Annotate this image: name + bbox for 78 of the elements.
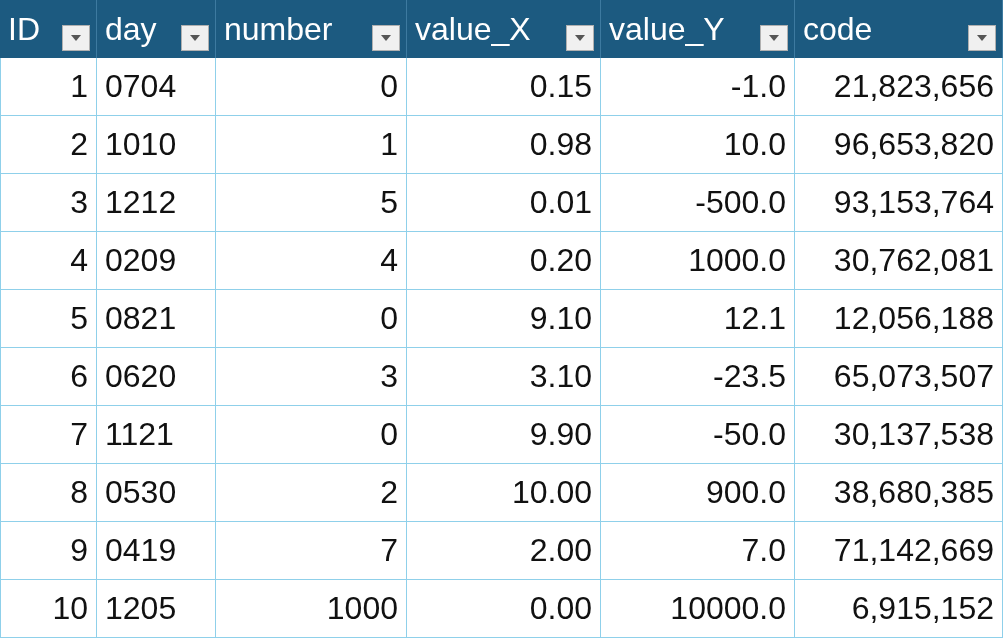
table-cell: 1 — [0, 58, 97, 116]
table-cell: 5 — [216, 174, 407, 232]
table-cell: 9.90 — [407, 406, 601, 464]
table-cell: 0.15 — [407, 58, 601, 116]
table-cell: 7 — [0, 406, 97, 464]
table-cell: 10000.0 — [601, 580, 795, 638]
table-cell: 9.10 — [407, 290, 601, 348]
table-cell: 0.01 — [407, 174, 601, 232]
table-cell: 0209 — [97, 232, 216, 290]
caret-icon — [769, 35, 779, 41]
table-cell: 7 — [216, 522, 407, 580]
table-cell: 8 — [0, 464, 97, 522]
table-cell: 93,153,764 — [795, 174, 1003, 232]
table-cell: 4 — [0, 232, 97, 290]
table-cell: 30,137,538 — [795, 406, 1003, 464]
caret-icon — [977, 35, 987, 41]
filter-button[interactable] — [566, 25, 594, 51]
filter-button[interactable] — [760, 25, 788, 51]
column-header-label: value_X — [415, 10, 531, 48]
table-cell: 12,056,188 — [795, 290, 1003, 348]
table-cell: 3 — [216, 348, 407, 406]
table-cell: -50.0 — [601, 406, 795, 464]
table-cell: 0.00 — [407, 580, 601, 638]
table-cell: 2 — [0, 116, 97, 174]
filter-button[interactable] — [372, 25, 400, 51]
table-cell: 0620 — [97, 348, 216, 406]
table-cell: 1010 — [97, 116, 216, 174]
table-cell: 0419 — [97, 522, 216, 580]
table-cell: 10 — [0, 580, 97, 638]
table-cell: 1205 — [97, 580, 216, 638]
table-cell: 96,653,820 — [795, 116, 1003, 174]
table-cell: 0821 — [97, 290, 216, 348]
table-cell: 0704 — [97, 58, 216, 116]
table-cell: -500.0 — [601, 174, 795, 232]
table-cell: 0 — [216, 406, 407, 464]
table-cell: 4 — [216, 232, 407, 290]
table-cell: 2 — [216, 464, 407, 522]
caret-icon — [190, 35, 200, 41]
column-header-label: number — [224, 10, 333, 48]
table-cell: 0530 — [97, 464, 216, 522]
table-cell: 3 — [0, 174, 97, 232]
table-cell: 5 — [0, 290, 97, 348]
caret-icon — [71, 35, 81, 41]
table-cell: 71,142,669 — [795, 522, 1003, 580]
filter-button[interactable] — [62, 25, 90, 51]
column-header-label: code — [803, 10, 873, 48]
table-cell: 0 — [216, 58, 407, 116]
table-cell: 21,823,656 — [795, 58, 1003, 116]
table-cell: 3.10 — [407, 348, 601, 406]
caret-icon — [575, 35, 585, 41]
filter-button[interactable] — [181, 25, 209, 51]
table-cell: 0 — [216, 290, 407, 348]
table-cell: 2.00 — [407, 522, 601, 580]
table-cell: 10.0 — [601, 116, 795, 174]
table-cell: 1000.0 — [601, 232, 795, 290]
table-cell: 6,915,152 — [795, 580, 1003, 638]
filter-button[interactable] — [968, 25, 996, 51]
table-cell: -23.5 — [601, 348, 795, 406]
table-cell: 38,680,385 — [795, 464, 1003, 522]
table-cell: 6 — [0, 348, 97, 406]
column-header-label: day — [105, 10, 157, 48]
table-cell: 30,762,081 — [795, 232, 1003, 290]
table-cell: 900.0 — [601, 464, 795, 522]
table-cell: 12.1 — [601, 290, 795, 348]
table-cell: 1121 — [97, 406, 216, 464]
table-cell: 0.98 — [407, 116, 601, 174]
column-header-label: value_Y — [609, 10, 725, 48]
table-cell: 65,073,507 — [795, 348, 1003, 406]
table-cell: 10.00 — [407, 464, 601, 522]
caret-icon — [381, 35, 391, 41]
table-cell: 1 — [216, 116, 407, 174]
table-cell: 0.20 — [407, 232, 601, 290]
column-header-label: ID — [8, 10, 40, 48]
table-cell: 1000 — [216, 580, 407, 638]
table-cell: -1.0 — [601, 58, 795, 116]
table-cell: 1212 — [97, 174, 216, 232]
table-cell: 9 — [0, 522, 97, 580]
table-cell: 7.0 — [601, 522, 795, 580]
